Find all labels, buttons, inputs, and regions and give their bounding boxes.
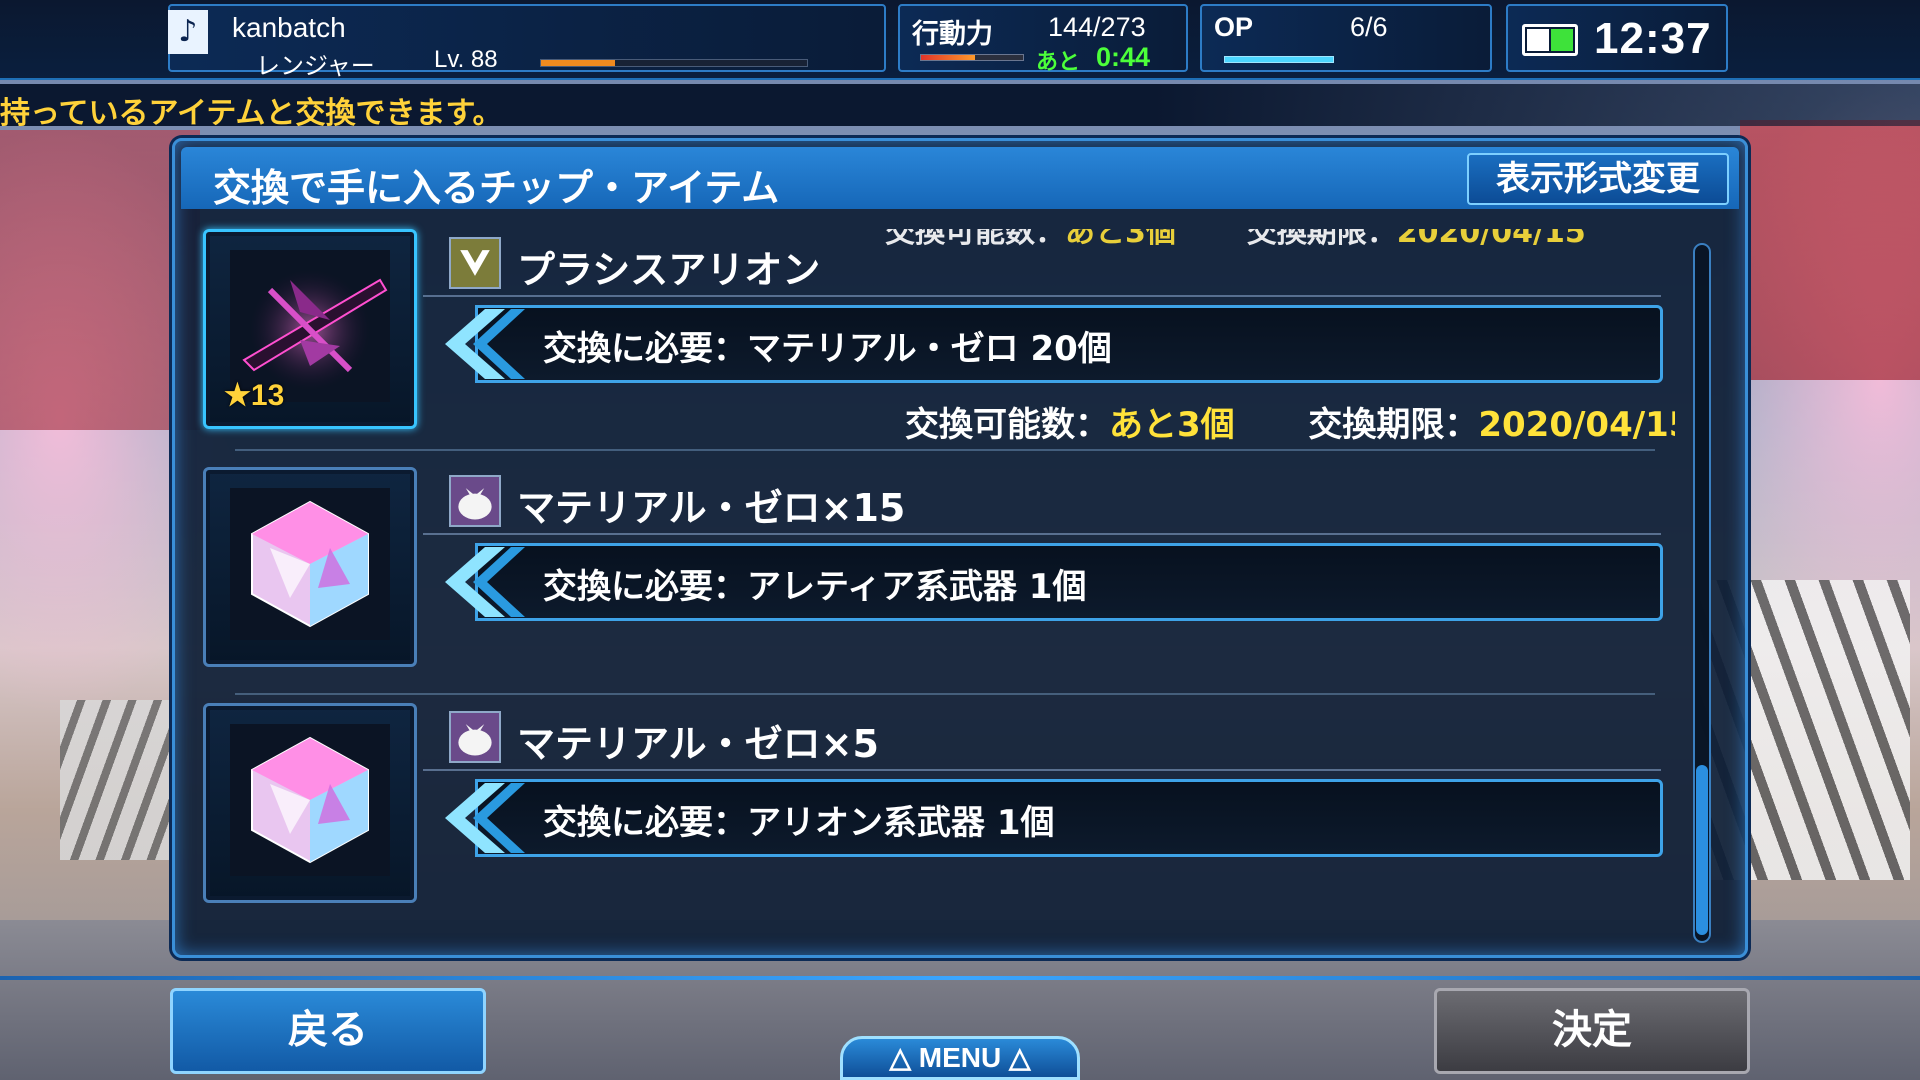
item-name: マテリアル・ゼロ×15	[517, 486, 906, 530]
instruction-banner: 持っているアイテムと交換できます。	[0, 84, 1920, 131]
action-points-bar	[920, 54, 1024, 61]
material-bag-icon	[449, 475, 501, 527]
exp-bar-fill	[541, 60, 616, 66]
background-building-right	[1740, 120, 1920, 380]
count-value: あと3個	[1109, 405, 1235, 445]
row-divider	[235, 449, 1655, 451]
chevron-left-icon	[445, 547, 525, 617]
divider	[423, 295, 1661, 297]
op-label: OP	[1214, 12, 1254, 42]
background-stairs-left	[60, 700, 170, 860]
top-hud: ♪ kanbatch レンジャー Lv. 88 行動力 144/273 あと 0…	[0, 0, 1920, 80]
action-points-bar-fill	[921, 55, 976, 60]
player-name: kanbatch	[232, 12, 346, 43]
confirm-button[interactable]: 決定	[1434, 988, 1750, 1074]
divider	[423, 769, 1661, 771]
action-remain-label: あと	[1036, 50, 1081, 75]
deadline-label: 交換期限：	[1308, 405, 1479, 445]
deadline-value: 2020/04/15	[1478, 405, 1675, 445]
item-thumbnail[interactable]: ★13	[203, 229, 417, 429]
weapon-chip-icon	[449, 237, 501, 289]
list-item[interactable]: ★13 プラシスアリオン 交換に必要：マテリアル・ゼロ 20個 交換可能数：あと…	[195, 219, 1675, 445]
exp-bar	[540, 59, 808, 67]
clock-panel: 12:37	[1506, 4, 1728, 72]
list-item[interactable]: マテリアル・ゼロ×5 交換に必要：アリオン系武器 1個	[195, 693, 1675, 919]
material-bag-icon	[449, 711, 501, 763]
scrollbar-thumb[interactable]	[1696, 765, 1708, 935]
action-timer: 0:44	[1096, 42, 1151, 72]
requirement-text: 交換に必要：マテリアル・ゼロ 20個	[543, 329, 1112, 369]
menu-button[interactable]: △ MENU △	[840, 1036, 1080, 1080]
player-class: レンジャー	[256, 52, 375, 80]
list-item[interactable]: マテリアル・ゼロ×15 交換に必要：アレティア系武器 1個	[195, 457, 1675, 683]
bottom-divider	[0, 976, 1920, 980]
exchange-panel: 交換で手に入るチップ・アイテム 表示形式変更 交換可能数：あと3個 交換期限：2…	[172, 138, 1748, 958]
panel-title: 交換で手に入るチップ・アイテム	[213, 166, 780, 210]
requirement-text: 交換に必要：アリオン系武器 1個	[543, 803, 1055, 843]
chevron-left-icon	[445, 783, 525, 853]
bottom-bar: 戻る △ MENU △ 決定	[0, 988, 1920, 1080]
action-points-panel: 行動力 144/273 あと 0:44	[898, 4, 1188, 75]
item-name: プラシスアリオン	[517, 248, 821, 292]
requirement-bar[interactable]: 交換に必要：アリオン系武器 1個	[435, 779, 1663, 857]
requirement-text: 交換に必要：アレティア系武器 1個	[543, 567, 1087, 607]
player-level: Lv. 88	[434, 46, 498, 73]
back-button[interactable]: 戻る	[170, 988, 486, 1074]
chevron-left-icon	[445, 309, 525, 379]
player-status-panel[interactable]: ♪ kanbatch レンジャー Lv. 88	[168, 4, 886, 80]
rarity-badge: ★13	[224, 379, 285, 412]
op-bar	[1224, 56, 1334, 63]
crystal-image	[230, 724, 390, 876]
item-thumbnail[interactable]	[203, 703, 417, 903]
action-points-label: 行動力	[912, 19, 993, 50]
display-format-button[interactable]: 表示形式変更	[1467, 153, 1729, 205]
list-scrollbar[interactable]	[1693, 243, 1711, 943]
requirement-bar[interactable]: 交換に必要：マテリアル・ゼロ 20個	[435, 305, 1663, 383]
clock-time: 12:37	[1594, 14, 1712, 63]
background-building-left	[0, 130, 200, 430]
op-value: 6/6	[1350, 12, 1388, 42]
count-label: 交換可能数：	[905, 405, 1109, 445]
exchange-item-list[interactable]: 交換可能数：あと3個 交換期限：2020/04/15 ★13 プラシスアリオン …	[195, 213, 1675, 947]
requirement-bar[interactable]: 交換に必要：アレティア系武器 1個	[435, 543, 1663, 621]
divider	[423, 533, 1661, 535]
action-points-value: 144/273	[1048, 12, 1146, 42]
crystal-image	[230, 488, 390, 640]
battery-icon	[1522, 24, 1578, 56]
music-note-icon: ♪	[168, 10, 208, 54]
item-name: マテリアル・ゼロ×5	[517, 722, 879, 766]
panel-header: 交換で手に入るチップ・アイテム 表示形式変更	[181, 147, 1739, 210]
op-panel: OP 6/6	[1200, 4, 1492, 72]
instruction-text: 持っているアイテムと交換できます。	[0, 96, 503, 131]
item-thumbnail[interactable]	[203, 467, 417, 667]
exchange-limits: 交換可能数：あと3個 交換期限：2020/04/15	[905, 397, 1675, 446]
